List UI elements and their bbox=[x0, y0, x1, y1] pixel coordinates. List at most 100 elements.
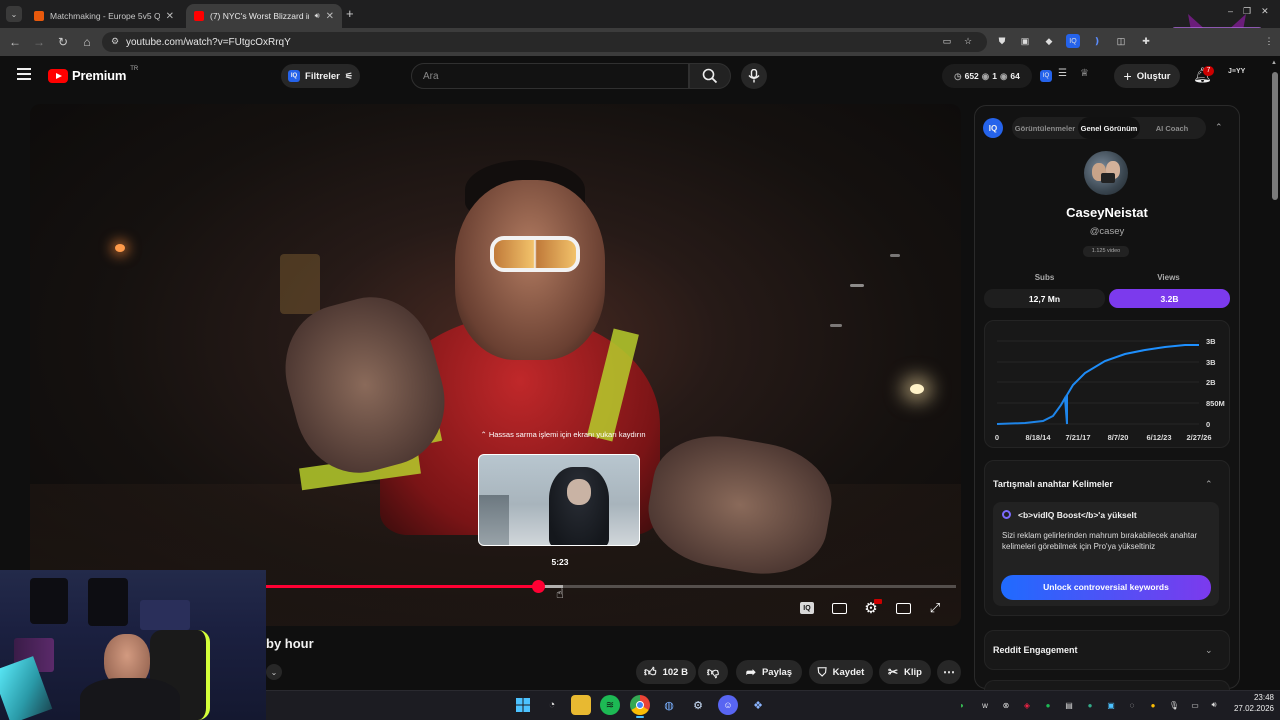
tray-icon[interactable]: ▣ bbox=[1105, 699, 1117, 711]
reddit-engagement-title[interactable]: Reddit Engagement bbox=[993, 645, 1078, 655]
voice-search-button[interactable] bbox=[741, 63, 767, 89]
close-tab-icon[interactable]: ✕ bbox=[326, 11, 334, 22]
settings-button[interactable]: ⚙︎ bbox=[861, 598, 882, 618]
spotify-tray-icon[interactable]: ● bbox=[1042, 699, 1054, 711]
vidiq-stats-pill[interactable]: ◷ 652 ◉ 1 ◉ 64 bbox=[942, 64, 1032, 88]
tab-views[interactable]: Görüntülenmeler bbox=[1013, 117, 1077, 139]
subtitles-button[interactable] bbox=[829, 598, 849, 618]
youtube-logo[interactable]: Premium TR bbox=[48, 66, 138, 83]
new-tab-button[interactable]: + bbox=[346, 6, 354, 21]
create-button[interactable]: + Oluştur bbox=[1114, 64, 1180, 88]
windows-start-icon[interactable] bbox=[513, 695, 533, 715]
vidiq-player-button[interactable]: IQ bbox=[797, 598, 817, 618]
channel-name[interactable]: CaseyNeistat bbox=[984, 205, 1230, 220]
speedtest-icon[interactable]: ◔ bbox=[542, 695, 562, 715]
tab-search-button[interactable]: ⌄ bbox=[6, 6, 22, 22]
list-icon[interactable]: ☰ bbox=[1058, 68, 1067, 79]
window-controls[interactable]: –❐✕ bbox=[1228, 6, 1279, 17]
x-tick: 2/27/26 bbox=[1186, 433, 1211, 442]
progress-scrubber[interactable] bbox=[531, 580, 545, 593]
theater-mode-button[interactable] bbox=[893, 598, 913, 618]
diamond-extension-icon[interactable]: ◆ bbox=[1042, 34, 1056, 48]
discord-icon[interactable]: ☺ bbox=[718, 695, 738, 715]
subs-label: Subs bbox=[1034, 273, 1055, 282]
avatar-camera bbox=[1101, 173, 1115, 183]
tab-youtube[interactable]: (7) NYC's Worst Blizzard in 🔊︎ ✕ bbox=[186, 4, 342, 28]
forward-button[interactable]: → bbox=[27, 28, 51, 56]
fullscreen-button[interactable]: ⤢ bbox=[925, 598, 945, 618]
youtube-icon bbox=[194, 11, 204, 21]
network-icon[interactable]: ▭ bbox=[1189, 699, 1201, 711]
url-bar[interactable]: ⚙︎ youtube.com/watch?v=FUtgcOxRrqY bbox=[102, 32, 987, 52]
extensions-puzzle-icon[interactable]: ✚ bbox=[1139, 34, 1153, 48]
tray-icon[interactable]: w bbox=[979, 699, 991, 711]
unlock-keywords-button[interactable]: Unlock controversial keywords bbox=[1001, 575, 1211, 600]
like-button[interactable]: 👍︎ 102 B bbox=[636, 660, 696, 684]
expand-chevron-icon[interactable]: ⌄ bbox=[266, 664, 282, 680]
save-button[interactable]: ⛉ Kaydet bbox=[809, 660, 873, 684]
controversial-keywords-title[interactable]: Tartışmalı anahtar Kelimeler bbox=[993, 479, 1113, 489]
back-button[interactable]: ← bbox=[3, 28, 27, 56]
tray-icon[interactable]: ◈ bbox=[1021, 699, 1033, 711]
share-button[interactable]: ➦ Paylaş bbox=[736, 660, 802, 684]
app-icon[interactable]: ◍ bbox=[659, 695, 679, 715]
account-avatar[interactable]: J≡YY bbox=[1228, 68, 1250, 84]
search-input[interactable]: Ara bbox=[411, 63, 689, 89]
vidiq-extension-icon[interactable]: IQ bbox=[1066, 34, 1080, 48]
chrome-tray-icon[interactable]: ● bbox=[1147, 699, 1159, 711]
bookmark-star-icon[interactable]: ☆ bbox=[961, 34, 975, 48]
scroll-up-arrow-icon[interactable]: ▲ bbox=[1271, 60, 1277, 66]
views-line bbox=[996, 344, 1199, 425]
microphone-tray-icon[interactable]: 🎙︎ bbox=[1168, 699, 1180, 711]
shield-extension-icon[interactable]: ⛊ bbox=[995, 34, 1009, 48]
filters-button[interactable]: IQ Filtreler ⚟ bbox=[281, 64, 360, 88]
audio-playing-icon[interactable]: 🔊︎ bbox=[315, 11, 320, 21]
menu-dots-icon[interactable]: ⋮ bbox=[1262, 34, 1276, 48]
like-count: 102 B bbox=[662, 666, 688, 678]
search-placeholder: Ara bbox=[423, 70, 439, 82]
channel-avatar[interactable] bbox=[1084, 151, 1128, 195]
screenshot-extension-icon[interactable]: ▣ bbox=[1018, 34, 1032, 48]
collapse-chevron-icon[interactable]: ⌃ bbox=[1205, 479, 1213, 490]
views-value[interactable]: 3.2B bbox=[1109, 289, 1230, 308]
reload-button[interactable]: ↻ bbox=[51, 28, 75, 56]
trophy-icon[interactable]: ♕ bbox=[1080, 68, 1089, 79]
spotify-icon[interactable]: ≋ bbox=[600, 695, 620, 715]
cast-icon[interactable]: ▭ bbox=[940, 34, 954, 48]
preview-bridge bbox=[479, 495, 509, 545]
tray-icon[interactable]: ▤ bbox=[1063, 699, 1075, 711]
theater-icon bbox=[895, 602, 911, 614]
y-tick: 3B bbox=[1206, 337, 1216, 346]
collapse-chevron-icon[interactable]: ⌃ bbox=[1215, 122, 1223, 133]
tray-icon[interactable]: ● bbox=[1084, 699, 1096, 711]
chrome-icon[interactable] bbox=[630, 695, 650, 715]
volume-icon[interactable]: 🔊︎ bbox=[1208, 699, 1220, 711]
plus-icon: + bbox=[1123, 68, 1132, 84]
expand-chevron-icon[interactable]: ⌄ bbox=[1205, 645, 1213, 656]
subs-value[interactable]: 12,7 Mn bbox=[984, 289, 1105, 308]
system-clock[interactable]: 23:48 27.02.2026 bbox=[1224, 692, 1274, 714]
tab-matchmaking[interactable]: Matchmaking - Europe 5v5 Qu ✕ bbox=[26, 4, 182, 28]
snow-streak bbox=[850, 284, 864, 287]
clip-button[interactable]: ✂︎ Klip bbox=[879, 660, 931, 684]
search-button[interactable] bbox=[689, 63, 731, 89]
tab-ai-coach[interactable]: AI Coach bbox=[1142, 117, 1202, 139]
views-label: Views bbox=[1157, 273, 1180, 282]
site-info-icon[interactable]: ⚙︎ bbox=[111, 36, 119, 47]
app-icon[interactable]: ❖ bbox=[748, 695, 768, 715]
twitch-extension-icon[interactable]: ◫ bbox=[1114, 34, 1128, 48]
tray-icon[interactable]: ◌ bbox=[1126, 699, 1138, 711]
tab-overview[interactable]: Genel Görünüm bbox=[1078, 117, 1140, 139]
wave-extension-icon[interactable]: ❫ bbox=[1090, 34, 1104, 48]
vidiq-header-icon[interactable]: IQ bbox=[1040, 70, 1052, 82]
steam-icon[interactable]: ⚙︎ bbox=[688, 695, 708, 715]
home-button[interactable]: ⌂ bbox=[75, 28, 99, 56]
file-explorer-icon[interactable] bbox=[571, 695, 591, 715]
tray-icon[interactable]: ◗ bbox=[956, 699, 968, 711]
guide-menu-icon[interactable] bbox=[17, 68, 31, 80]
scrollbar-thumb[interactable] bbox=[1272, 72, 1278, 200]
tray-icon[interactable]: ⊗ bbox=[1000, 699, 1012, 711]
close-tab-icon[interactable]: ✕ bbox=[166, 11, 174, 22]
dislike-button[interactable]: 👎︎ bbox=[698, 660, 728, 684]
more-actions-button[interactable]: ⋯ bbox=[937, 660, 961, 684]
